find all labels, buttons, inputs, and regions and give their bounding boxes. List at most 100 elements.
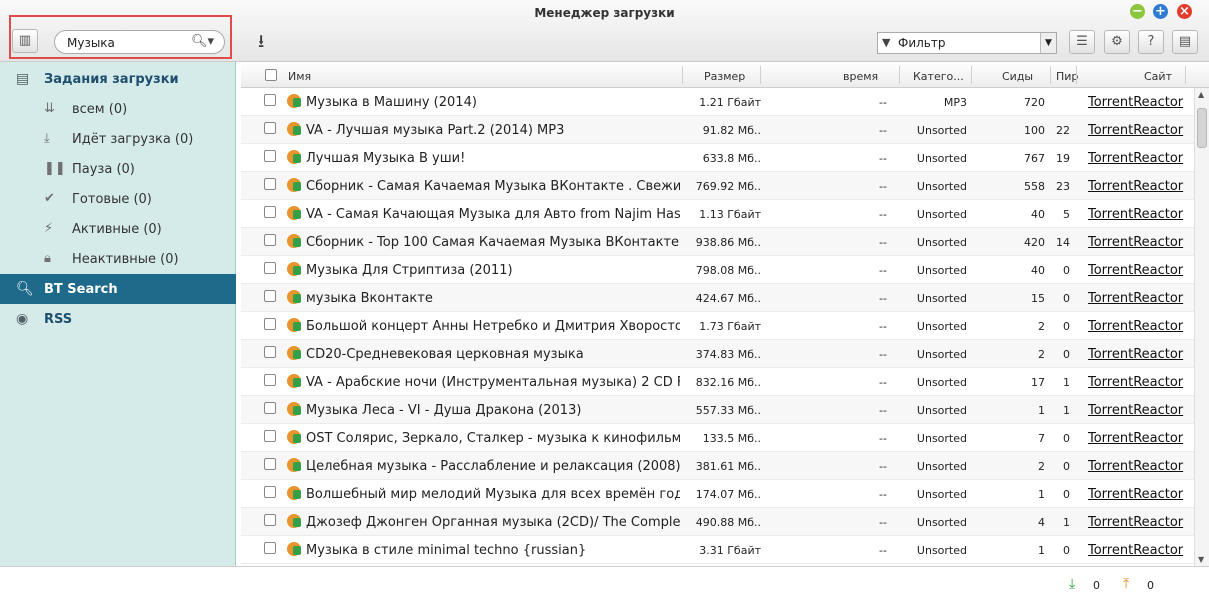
cell-site-link[interactable]: TorrentReactor bbox=[1088, 487, 1186, 502]
row-checkbox[interactable] bbox=[264, 402, 276, 414]
search-input[interactable] bbox=[67, 35, 187, 51]
cell-name[interactable]: Лучшая Музыка В уши! bbox=[306, 151, 680, 166]
cell-name[interactable]: Большой концерт Анны Нетребко и Дмитрия … bbox=[306, 319, 680, 334]
row-checkbox[interactable] bbox=[264, 374, 276, 386]
panel-button[interactable]: ▤ bbox=[1172, 30, 1198, 54]
row-checkbox[interactable] bbox=[264, 262, 276, 274]
cell-site-link[interactable]: TorrentReactor bbox=[1088, 459, 1186, 474]
cell-site-link[interactable]: TorrentReactor bbox=[1088, 543, 1186, 558]
row-checkbox[interactable] bbox=[264, 486, 276, 498]
minimize-icon[interactable]: − bbox=[1130, 4, 1145, 19]
filter-select[interactable]: ▼ Фильтр ▼ bbox=[877, 32, 1057, 54]
sidebar-section-bt-search[interactable]: 🔍︎ BT Search bbox=[0, 274, 236, 304]
cell-name[interactable]: VA - Самая Качающая Музыка для Авто from… bbox=[306, 207, 680, 222]
row-checkbox[interactable] bbox=[264, 206, 276, 218]
cell-name[interactable]: VA - Арабские ночи (Инструментальная муз… bbox=[306, 375, 680, 390]
cell-name[interactable]: Музыка в стиле minimal techno {russian} bbox=[306, 543, 680, 558]
help-button[interactable]: ? bbox=[1138, 30, 1164, 54]
table-row[interactable]: Целебная музыка - Расслабление и релакса… bbox=[241, 452, 1196, 480]
cell-name[interactable]: OST Солярис, Зеркало, Сталкер - музыка к… bbox=[306, 431, 680, 446]
table-row[interactable]: Большой концерт Анны Нетребко и Дмитрия … bbox=[241, 312, 1196, 340]
vertical-scrollbar[interactable]: ▲ ▼ bbox=[1194, 88, 1209, 566]
header-separator[interactable] bbox=[1076, 66, 1077, 84]
header-separator[interactable] bbox=[971, 66, 972, 84]
sidebar-item-completed[interactable]: ✔ Готовые (0) bbox=[0, 184, 236, 214]
table-row[interactable]: Музыка в стиле minimal techno {russian} 3… bbox=[241, 536, 1196, 564]
row-checkbox[interactable] bbox=[264, 542, 276, 554]
header-separator[interactable] bbox=[682, 66, 683, 84]
row-checkbox[interactable] bbox=[264, 234, 276, 246]
settings-button[interactable]: ⚙ bbox=[1104, 30, 1130, 54]
row-checkbox[interactable] bbox=[264, 178, 276, 190]
row-checkbox[interactable] bbox=[264, 318, 276, 330]
table-row[interactable]: Музыка Леса - VI - Душа Дракона (2013) 55… bbox=[241, 396, 1196, 424]
header-separator[interactable] bbox=[899, 66, 900, 84]
table-row[interactable]: Музыка в Машину (2014) 1.21 Гбайт -- MP3 720… bbox=[241, 88, 1196, 116]
scroll-thumb[interactable] bbox=[1197, 108, 1207, 148]
cell-name[interactable]: CD20-Средневековая церковная музыка bbox=[306, 347, 680, 362]
row-checkbox[interactable] bbox=[264, 346, 276, 358]
table-row[interactable]: Волшебный мир мелодий Музыка для всех вр… bbox=[241, 480, 1196, 508]
row-checkbox[interactable] bbox=[264, 430, 276, 442]
row-checkbox[interactable] bbox=[264, 458, 276, 470]
header-separator[interactable] bbox=[1185, 66, 1186, 84]
layout-toggle-button[interactable]: ▥ bbox=[12, 29, 38, 53]
cell-site-link[interactable]: TorrentReactor bbox=[1088, 403, 1186, 418]
sidebar-item-active[interactable]: ⚡︎ Активные (0) bbox=[0, 214, 236, 244]
sort-button[interactable]: ☰ bbox=[1069, 30, 1095, 54]
cell-site-link[interactable]: TorrentReactor bbox=[1088, 235, 1186, 250]
cell-site-link[interactable]: TorrentReactor bbox=[1088, 207, 1186, 222]
maximize-icon[interactable]: + bbox=[1153, 4, 1168, 19]
cell-name[interactable]: музыка Вконтакте bbox=[306, 291, 680, 306]
table-row[interactable]: OST Солярис, Зеркало, Сталкер - музыка к… bbox=[241, 424, 1196, 452]
cell-name[interactable]: Музыка Леса - VI - Душа Дракона (2013) bbox=[306, 403, 680, 418]
table-row[interactable]: Музыка Для Стриптиза (2011) 798.08 Мб.. --… bbox=[241, 256, 1196, 284]
header-separator[interactable] bbox=[760, 66, 761, 84]
cell-site-link[interactable]: TorrentReactor bbox=[1088, 375, 1186, 390]
cell-site-link[interactable]: TorrentReactor bbox=[1088, 179, 1186, 194]
row-checkbox[interactable] bbox=[264, 514, 276, 526]
close-icon[interactable]: × bbox=[1177, 4, 1192, 19]
table-row[interactable]: Сборник - Самая Качаемая Музыка ВКонтакт… bbox=[241, 172, 1196, 200]
sidebar-item-paused[interactable]: ❚❚ Пауза (0) bbox=[0, 154, 236, 184]
search-box[interactable]: 🔍︎▾ bbox=[54, 30, 225, 54]
header-separator[interactable] bbox=[1050, 66, 1051, 84]
table-row[interactable]: VA - Арабские ночи (Инструментальная муз… bbox=[241, 368, 1196, 396]
cell-name[interactable]: Сборник - Самая Качаемая Музыка ВКонтакт… bbox=[306, 179, 680, 194]
sidebar-section-tasks[interactable]: ▤ Задания загрузки bbox=[0, 64, 236, 94]
header-time[interactable]: время bbox=[843, 70, 878, 83]
table-row[interactable]: Джозеф Джонген Органная музыка (2CD)/ Th… bbox=[241, 508, 1196, 536]
cell-site-link[interactable]: TorrentReactor bbox=[1088, 123, 1186, 138]
cell-site-link[interactable]: TorrentReactor bbox=[1088, 151, 1186, 166]
cell-name[interactable]: Волшебный мир мелодий Музыка для всех вр… bbox=[306, 487, 680, 502]
cell-site-link[interactable]: TorrentReactor bbox=[1088, 319, 1186, 334]
scroll-down-icon[interactable]: ▼ bbox=[1198, 555, 1204, 564]
row-checkbox[interactable] bbox=[264, 122, 276, 134]
row-checkbox[interactable] bbox=[264, 94, 276, 106]
download-button[interactable]: ⭳ bbox=[258, 29, 264, 59]
table-row[interactable]: VA - Самая Качающая Музыка для Авто from… bbox=[241, 200, 1196, 228]
cell-site-link[interactable]: TorrentReactor bbox=[1088, 515, 1186, 530]
header-seeds[interactable]: Сиды bbox=[1002, 70, 1033, 83]
cell-site-link[interactable]: TorrentReactor bbox=[1088, 263, 1186, 278]
cell-name[interactable]: Музыка Для Стриптиза (2011) bbox=[306, 263, 680, 278]
select-all-checkbox[interactable] bbox=[265, 69, 277, 81]
cell-site-link[interactable]: TorrentReactor bbox=[1088, 95, 1186, 110]
header-site[interactable]: Сайт bbox=[1144, 70, 1172, 83]
cell-name[interactable]: Джозеф Джонген Органная музыка (2CD)/ Th… bbox=[306, 515, 680, 530]
cell-site-link[interactable]: TorrentReactor bbox=[1088, 431, 1186, 446]
search-icon[interactable]: 🔍︎▾ bbox=[191, 34, 214, 49]
table-row[interactable]: Сборник - Top 100 Самая Качаемая Музыка … bbox=[241, 228, 1196, 256]
header-name[interactable]: Имя bbox=[288, 70, 311, 83]
table-row[interactable]: CD20-Средневековая церковная музыка 374.8… bbox=[241, 340, 1196, 368]
table-row[interactable]: VA - Лучшая музыка Part.2 (2014) MP3 91.8… bbox=[241, 116, 1196, 144]
cell-site-link[interactable]: TorrentReactor bbox=[1088, 347, 1186, 362]
sidebar-item-inactive[interactable]: 🔒︎ Неактивные (0) bbox=[0, 244, 236, 274]
row-checkbox[interactable] bbox=[264, 150, 276, 162]
cell-site-link[interactable]: TorrentReactor bbox=[1088, 291, 1186, 306]
chevron-down-icon[interactable]: ▼ bbox=[1040, 33, 1056, 53]
cell-name[interactable]: Сборник - Top 100 Самая Качаемая Музыка … bbox=[306, 235, 680, 250]
sidebar-section-rss[interactable]: ◉ RSS bbox=[0, 304, 236, 334]
sidebar-item-downloading[interactable]: ⤓ Идёт загрузка (0) bbox=[0, 124, 236, 154]
cell-name[interactable]: Целебная музыка - Расслабление и релакса… bbox=[306, 459, 680, 474]
